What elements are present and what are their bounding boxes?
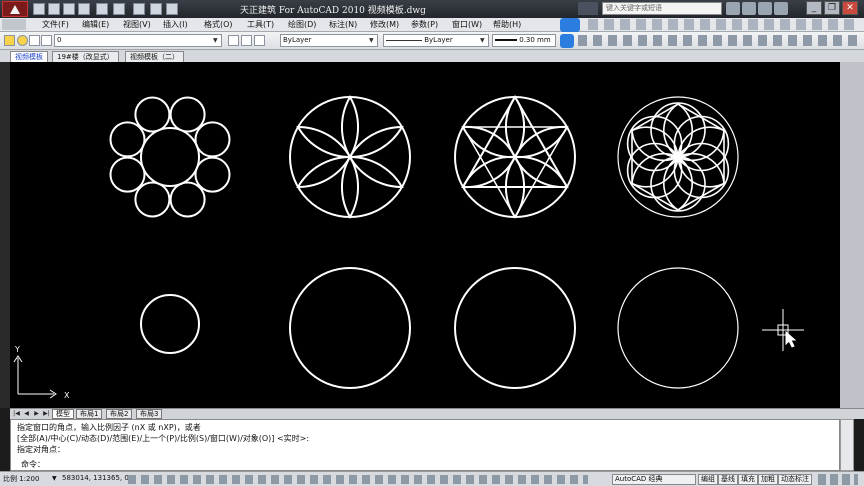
help-icon[interactable] <box>774 2 788 15</box>
close-button[interactable]: ✕ <box>842 1 858 15</box>
color-select-value: ByLayer <box>283 36 312 44</box>
ucs-x-label: X <box>64 391 70 400</box>
lineweight-select[interactable]: 0.30 mm <box>492 34 556 47</box>
menu-edit[interactable]: 编辑(E) <box>82 19 109 30</box>
chevron-down-icon: ▼ <box>480 37 485 44</box>
dynamic-dimension-button[interactable]: 动态标注 <box>778 474 812 485</box>
menu-tools[interactable]: 工具(T) <box>247 19 274 30</box>
scale-readout[interactable]: 比例 1:200 <box>3 474 39 484</box>
infocenter-icon[interactable] <box>560 18 580 32</box>
status-bar: 比例 1:200 ▼ 583014, 131365, 0 AutoCAD 经典 … <box>0 471 864 486</box>
menu-app-icon[interactable] <box>2 19 26 30</box>
search-icon[interactable] <box>726 2 740 15</box>
autocad-logo-icon[interactable] <box>2 1 28 17</box>
save-icon[interactable] <box>63 3 75 15</box>
menu-help[interactable]: 帮助(H) <box>493 19 521 30</box>
restore-button[interactable]: ❐ <box>824 1 840 15</box>
coordinate-readout: 583014, 131365, 0 <box>62 474 129 482</box>
save-as-icon[interactable] <box>78 3 90 15</box>
layout-tab-bar: |◀ ◀ ▶ ▶| 模型 布局1 布局2 布局3 <box>10 408 864 419</box>
layer-on-icon[interactable] <box>17 35 28 46</box>
menu-modify[interactable]: 修改(M) <box>370 19 399 30</box>
quick-access-dropdown-icon[interactable] <box>166 3 178 15</box>
title-bar: 天正建筑 For AutoCAD 2010 视频模板.dwg 键入关键字或短语 … <box>0 0 864 18</box>
lineweight-select-value: 0.30 mm <box>519 36 551 44</box>
properties-toolbar: 0 ▼ ByLayer ▼ ByLayer ▼ 0.30 mm <box>0 32 864 50</box>
layer-properties-icon[interactable] <box>4 35 15 46</box>
print-icon[interactable] <box>133 3 145 15</box>
drafting-mode-icons[interactable] <box>128 475 588 484</box>
linetype-preview <box>386 39 422 41</box>
prev-tab-arrow-icon[interactable]: ◀ <box>22 409 31 419</box>
layer-previous-icon[interactable] <box>241 35 252 46</box>
layer-lock-icon[interactable] <box>41 35 52 46</box>
toolbar-icons[interactable] <box>578 35 858 46</box>
linetype-select[interactable]: ByLayer ▼ <box>383 34 489 47</box>
layer-freeze-icon[interactable] <box>29 35 40 46</box>
drawing-canvas[interactable]: Y X <box>10 62 840 408</box>
chevron-down-icon[interactable]: ▼ <box>52 475 57 482</box>
favorites-icon[interactable] <box>758 2 772 15</box>
quick-select-icon[interactable] <box>560 34 574 48</box>
layout-tab-1[interactable]: 布局1 <box>76 409 103 419</box>
menu-dimension[interactable]: 标注(N) <box>329 19 357 30</box>
group-button[interactable]: 编组 <box>698 474 718 485</box>
command-scrollbar[interactable] <box>840 419 854 471</box>
menu-insert[interactable]: 插入(I) <box>163 19 188 30</box>
menu-draw[interactable]: 绘图(D) <box>288 19 316 30</box>
minimize-button[interactable]: _ <box>806 1 822 15</box>
communication-center-icon[interactable] <box>742 2 756 15</box>
command-prompt[interactable]: 命令： <box>21 459 45 470</box>
workspace-value: AutoCAD 经典 <box>615 475 663 483</box>
command-window[interactable]: 指定窗口的角点，输入比例因子 (nX 或 nXP)，或者 [全部(A)/中心(C… <box>10 419 840 471</box>
standard-toolbar-icons[interactable] <box>588 19 858 30</box>
color-select[interactable]: ByLayer ▼ <box>280 34 378 47</box>
make-current-layer-icon[interactable] <box>228 35 239 46</box>
menu-parametric[interactable]: 参数(P) <box>411 19 438 30</box>
search-input[interactable]: 键入关键字或短语 <box>602 2 722 15</box>
open-file-icon[interactable] <box>48 3 60 15</box>
bold-button[interactable]: 加粗 <box>758 474 778 485</box>
redo-icon[interactable] <box>113 3 125 15</box>
doc-tab-building-19[interactable]: 19#楼（改显式） <box>52 51 119 62</box>
first-tab-arrow-icon[interactable]: |◀ <box>12 409 21 419</box>
left-border <box>0 62 10 408</box>
command-history-line: 指定对角点： <box>17 445 65 454</box>
search-options-icon[interactable] <box>578 2 598 15</box>
menu-file[interactable]: 文件(F) <box>42 19 69 30</box>
next-tab-arrow-icon[interactable]: ▶ <box>32 409 41 419</box>
layout-tab-3[interactable]: 布局3 <box>136 409 163 419</box>
ucs-y-label: Y <box>14 345 20 354</box>
menu-bar: 文件(F) 编辑(E) 视图(V) 插入(I) 格式(O) 工具(T) 绘图(D… <box>0 18 864 32</box>
command-history-line: [全部(A)/中心(C)/动态(D)/范围(E)/上一个(P)/比例(S)/窗口… <box>17 434 310 443</box>
doc-tab-video-template[interactable]: 视频模板 <box>10 51 48 62</box>
layout-tab-model[interactable]: 模型 <box>52 409 74 419</box>
layer-select-value: 0 <box>57 36 62 44</box>
last-tab-arrow-icon[interactable]: ▶| <box>42 409 51 419</box>
chevron-down-icon: ▼ <box>369 37 374 44</box>
layout-tab-2[interactable]: 布局2 <box>106 409 133 419</box>
layer-state-icon[interactable] <box>254 35 265 46</box>
document-tab-strip: 视频模板 19#楼（改显式） 视频模板（二） <box>0 50 864 62</box>
tray-icons[interactable] <box>818 474 858 485</box>
lineweight-preview <box>495 39 517 41</box>
baseline-button[interactable]: 基线 <box>718 474 738 485</box>
menu-window[interactable]: 窗口(W) <box>452 19 482 30</box>
linetype-select-value: ByLayer <box>424 36 453 44</box>
menu-format[interactable]: 格式(O) <box>204 19 233 30</box>
doc-tab-video-template-2[interactable]: 视频模板（二） <box>125 51 184 62</box>
fill-button[interactable]: 填充 <box>738 474 758 485</box>
layer-select[interactable]: 0 ▼ <box>54 34 222 47</box>
menu-view[interactable]: 视图(V) <box>123 19 151 30</box>
undo-icon[interactable] <box>96 3 108 15</box>
right-panel <box>840 62 864 408</box>
command-history-line: 指定窗口的角点，输入比例因子 (nX 或 nXP)，或者 <box>17 423 201 432</box>
workspace-switch[interactable]: AutoCAD 经典 <box>612 474 696 485</box>
new-file-icon[interactable] <box>33 3 45 15</box>
plot-icon[interactable] <box>150 3 162 15</box>
chevron-down-icon: ▼ <box>213 37 218 44</box>
window-title: 天正建筑 For AutoCAD 2010 视频模板.dwg <box>240 6 426 16</box>
